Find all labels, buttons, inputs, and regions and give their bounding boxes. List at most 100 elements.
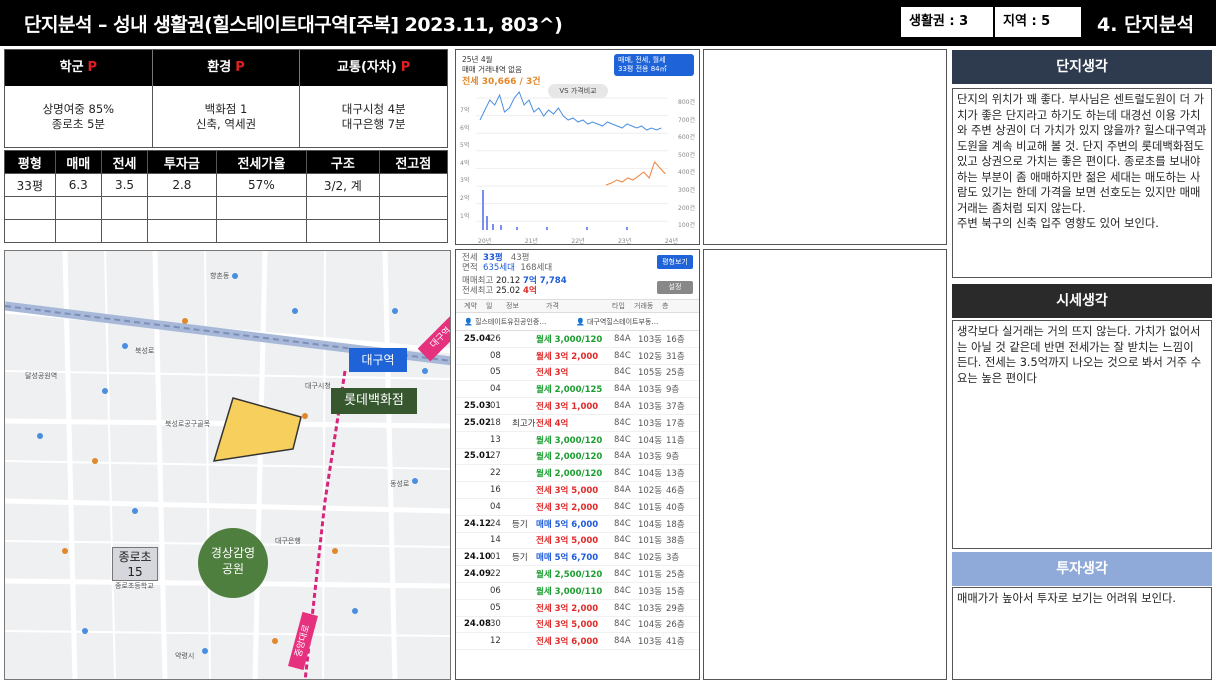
y-right-label: 200건 bbox=[678, 204, 695, 212]
summary-key: 전세최고 bbox=[462, 286, 494, 296]
market-thoughts-text: 생각보다 실거래는 거의 뜨지 않는다. 가치가 없어서는 아닐 것 같은데 반… bbox=[952, 320, 1212, 549]
tx-day: 16 bbox=[490, 485, 501, 496]
tx-type: 84A bbox=[614, 636, 631, 647]
table-row[interactable]: 08 월세 3억 2,000 84C 102동 31층 bbox=[456, 348, 699, 365]
tx-floor: 38층 bbox=[666, 536, 685, 547]
map-small-label: 동성로 bbox=[390, 480, 410, 488]
cell: 6.3 bbox=[54, 173, 102, 197]
table-row[interactable]: 14 전세 3억 5,000 84C 101동 38층 bbox=[456, 533, 699, 550]
transaction-list-panel: 전세 33평 43평 면적 635세대 168세대 매매최고 20.12 7억 … bbox=[455, 249, 700, 680]
col-sale: 매매 bbox=[54, 150, 102, 174]
tx-price: 월세 2,000/120 bbox=[536, 452, 603, 463]
table-row[interactable]: 25.01 27 월세 2,000/120 84A 103동 9층 bbox=[456, 449, 699, 466]
cell: 2.8 bbox=[147, 173, 217, 197]
tx-tag: 등기 bbox=[512, 553, 528, 564]
table-row[interactable]: 22 월세 2,000/120 84C 104동 13층 bbox=[456, 465, 699, 483]
x-label: 21년 bbox=[524, 238, 538, 245]
table-row[interactable]: 25.04 26 월세 3,000/120 84A 103동 16층 bbox=[456, 331, 699, 348]
tx-type: 84C bbox=[614, 417, 631, 428]
col-peak: 전고점 bbox=[378, 150, 449, 174]
table-row[interactable]: 25.03 01 전세 3억 1,000 84A 103동 37층 bbox=[456, 398, 699, 415]
table-row[interactable]: 05 전세 3억 2,000 84C 103동 29층 bbox=[456, 600, 699, 617]
table-row bbox=[4, 219, 449, 243]
table-row[interactable]: 24.09 22 월세 2,500/120 84C 101동 25층 bbox=[456, 566, 699, 583]
table-row[interactable]: 24.08 30 전세 3억 5,000 84C 104동 26층 bbox=[456, 617, 699, 634]
table-row[interactable]: 24.10 01 등기 매매 5억 6,700 84C 102동 3층 bbox=[456, 549, 699, 567]
tx-dong: 103동 bbox=[638, 418, 663, 429]
summary-date: 20.12 bbox=[495, 276, 521, 286]
tx-dong: 103동 bbox=[638, 385, 663, 396]
table-row[interactable]: 06 월세 3,000/110 84C 103동 15층 bbox=[456, 583, 699, 600]
map-small-label: 종로초등학교 bbox=[115, 582, 154, 590]
table-row[interactable]: 04 월세 2,000/125 84A 103동 9층 bbox=[456, 381, 699, 399]
tx-day: 01 bbox=[490, 552, 501, 563]
tx-price: 월세 3,000/120 bbox=[536, 334, 603, 345]
summary-key: 전세 bbox=[462, 253, 478, 263]
summary-value: 635세대 bbox=[483, 263, 515, 273]
settings-button[interactable]: 설정 bbox=[657, 281, 693, 294]
map-small-label: 대구시청 bbox=[305, 382, 331, 390]
tx-day: 22 bbox=[490, 468, 501, 479]
tx-day: 18 bbox=[490, 417, 501, 428]
tx-price: 매매 5억 6,000 bbox=[536, 519, 599, 530]
table-row bbox=[4, 196, 449, 220]
tx-type: 84C bbox=[614, 602, 631, 613]
tx-dong: 105동 bbox=[638, 368, 663, 379]
tx-day: 27 bbox=[490, 451, 501, 462]
tx-price: 전세 3억 2,000 bbox=[536, 502, 599, 513]
info-table: 학군 P 환경 P 교통(자차) P 상명여중 85% 종로초 5분 백화점 1 신축, … bbox=[4, 49, 448, 148]
col-ratio: 전세가율 bbox=[215, 150, 308, 174]
tx-price: 월세 3,000/110 bbox=[536, 586, 603, 597]
summary-value: 168세대 bbox=[520, 263, 553, 273]
tx-day: 04 bbox=[490, 501, 501, 512]
area-map[interactable]: 북성로공구골목 종로초등학교 대구은행 달성공원역 동성로 향촌동 대구시청 북… bbox=[4, 250, 451, 680]
complex-thoughts-header: 단지생각 bbox=[952, 50, 1212, 84]
invest-thoughts-header: 투자생각 bbox=[952, 552, 1212, 586]
table-row[interactable]: 12 전세 3억 6,000 84A 103동 41층 bbox=[456, 633, 699, 651]
table-row[interactable]: 24.12 24 등기 매매 5억 6,000 84C 104동 18층 bbox=[456, 516, 699, 533]
tx-type: 84C bbox=[614, 535, 631, 546]
volume-bar bbox=[586, 227, 588, 230]
tx-price: 월세 3,000/120 bbox=[536, 435, 603, 446]
table-row[interactable]: 04 전세 3억 2,000 84C 101동 40층 bbox=[456, 499, 699, 516]
price-chart bbox=[476, 91, 668, 230]
invest-thoughts-text: 매매가가 높아서 투자로 보기는 어려워 보인다. bbox=[952, 587, 1212, 680]
volume-bar bbox=[492, 224, 494, 230]
y-right-label: 800건 bbox=[678, 99, 695, 106]
tx-tag: 최고가 bbox=[512, 418, 536, 429]
summary-value: 33평 bbox=[483, 253, 503, 263]
table-row[interactable]: 25.02 18 최고가 전세 4억 84C 103동 17층 bbox=[456, 415, 699, 432]
tx-floor: 9층 bbox=[666, 452, 680, 463]
tx-floor: 3층 bbox=[666, 553, 680, 564]
station-label[interactable]: 대구역 bbox=[349, 348, 407, 372]
list-header: 계약 일 정보 가격 타입 거래동 층 bbox=[456, 299, 699, 313]
compare-button[interactable]: 평형보기 bbox=[657, 255, 693, 269]
tx-dong: 104동 bbox=[638, 469, 663, 480]
table-row[interactable]: 05 전세 3억 84C 105동 25층 bbox=[456, 365, 699, 382]
tx-type: 84A bbox=[614, 333, 631, 344]
cell: 3.5 bbox=[100, 173, 149, 197]
volume-bar bbox=[626, 227, 628, 230]
x-label: 22년 bbox=[571, 238, 585, 245]
traffic-header: 교통(자차) P bbox=[337, 60, 411, 75]
col-struct: 구조 bbox=[306, 150, 380, 174]
tx-floor: 37층 bbox=[666, 402, 685, 413]
tx-type: 84C bbox=[614, 367, 631, 378]
life-zone-box: 생활권 : 3 bbox=[901, 7, 993, 37]
tx-month: 25.01 bbox=[464, 451, 491, 462]
dept-store-label: 롯데백화점 bbox=[331, 388, 417, 414]
traffic-info: 대구시청 4분 대구은행 7분 bbox=[341, 102, 406, 131]
volume-bar bbox=[546, 227, 548, 230]
tx-dong: 101동 bbox=[638, 570, 663, 581]
map-small-label: 향촌동 bbox=[210, 272, 230, 280]
table-row[interactable]: 16 전세 3억 5,000 84A 102동 46층 bbox=[456, 482, 699, 499]
y-left-label: 4억 bbox=[460, 159, 470, 167]
section-title: 4. 단지분석 bbox=[1097, 14, 1194, 36]
transaction-list: 25.04 26 월세 3,000/120 84A 103동 16층 08 월세 3억 2,0… bbox=[456, 331, 699, 651]
table-row[interactable]: 13 월세 3,000/120 84C 104동 11층 bbox=[456, 432, 699, 449]
complex-thoughts-text: 단지의 위치가 꽤 좋다. 부사님은 센트럴도원이 더 가치가 좋은 단지라고 … bbox=[952, 88, 1212, 278]
tx-floor: 46층 bbox=[666, 486, 685, 497]
tx-day: 05 bbox=[490, 602, 501, 613]
tx-type: 84C bbox=[614, 350, 631, 361]
tx-day: 08 bbox=[490, 350, 501, 361]
